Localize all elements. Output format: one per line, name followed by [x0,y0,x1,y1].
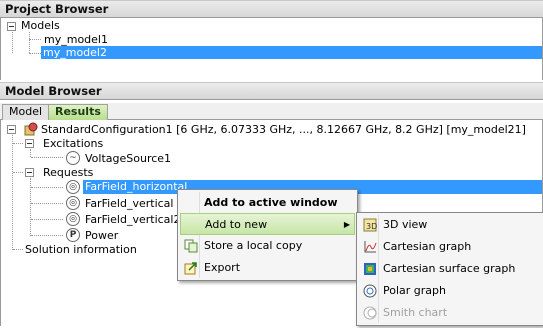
submenu-item-smith-chart[interactable]: Smith chart [359,302,541,324]
context-menu: Add to active window Add to new ▶ Store … [177,189,358,281]
3d-view-icon: 3D [363,218,377,232]
tab-results[interactable]: Results [48,104,108,120]
tree-item-power[interactable]: Power [85,229,118,242]
menu-item-label: Smith chart [383,306,448,319]
configuration-icon [24,122,38,136]
tree-item-excitations[interactable]: Excitations [43,137,103,150]
menu-item-label: Store a local copy [204,239,303,252]
submenu-item-polar-graph[interactable]: Polar graph [359,280,541,302]
export-icon [184,261,198,275]
power-icon: P [66,228,80,242]
farfield-icon: ◎ [66,212,80,226]
farfield-icon: ◎ [66,196,80,210]
copy-icon [184,239,198,253]
cartesian-graph-icon [363,240,377,254]
submenu-add-to-new: 3D 3D view Cartesian graph Cartesian sur… [356,212,543,326]
menu-item-label: 3D view [383,218,428,231]
menu-item-store-local-copy[interactable]: Store a local copy [180,235,355,257]
collapse-excitations-toggle[interactable] [25,139,34,148]
submenu-item-cartesian-graph[interactable]: Cartesian graph [359,236,541,258]
tree-item-farfield-vertical2[interactable]: FarField_vertical2 [85,213,180,226]
menu-item-export[interactable]: Export [180,257,355,279]
tree-item-farfield-vertical[interactable]: FarField_vertical [85,197,173,210]
voltage-source-icon: ~ [66,151,80,165]
model-browser-tabs: Model Results [0,103,543,120]
smith-chart-icon [363,306,377,320]
tree-item-configuration[interactable]: StandardConfiguration1 [6 GHz, 6.07333 G… [41,123,526,136]
menu-item-label: Cartesian graph [383,240,472,253]
menu-item-label: Export [204,261,241,274]
model-browser-title: Model Browser [0,82,543,100]
menu-item-label: Polar graph [383,284,446,297]
menu-item-add-to-active-window[interactable]: Add to active window [180,192,355,214]
collapse-models-toggle[interactable] [7,22,16,31]
submenu-item-3d-view[interactable]: 3D 3D view [359,214,541,236]
menu-item-label: Add to new [205,218,268,231]
tab-model[interactable]: Model [2,104,50,120]
tree-item-model-selected[interactable]: my_model2 [41,46,542,59]
submenu-arrow-icon: ▶ [343,220,350,229]
farfield-icon: ◎ [66,180,80,194]
menu-item-label: Add to active window [204,196,338,209]
submenu-item-cartesian-surface-graph[interactable]: Cartesian surface graph [359,258,541,280]
tree-item-model[interactable]: my_model1 [44,33,108,46]
collapse-requests-toggle[interactable] [25,168,34,177]
tree-item-models[interactable]: Models [21,19,60,32]
polar-graph-icon [363,284,377,298]
tree-item-voltage-source[interactable]: VoltageSource1 [85,152,171,165]
cartesian-surface-graph-icon [363,262,377,276]
collapse-config-toggle[interactable] [7,125,16,134]
tree-item-requests[interactable]: Requests [43,166,93,179]
svg-text:3D: 3D [366,222,377,231]
menu-item-label: Cartesian surface graph [383,262,516,275]
project-browser-title: Project Browser [0,0,543,18]
project-browser-panel: Models my_model1 my_model2 [0,18,543,80]
menu-item-add-to-new[interactable]: Add to new ▶ [180,213,355,235]
tree-item-solution-information[interactable]: Solution information [25,243,137,256]
